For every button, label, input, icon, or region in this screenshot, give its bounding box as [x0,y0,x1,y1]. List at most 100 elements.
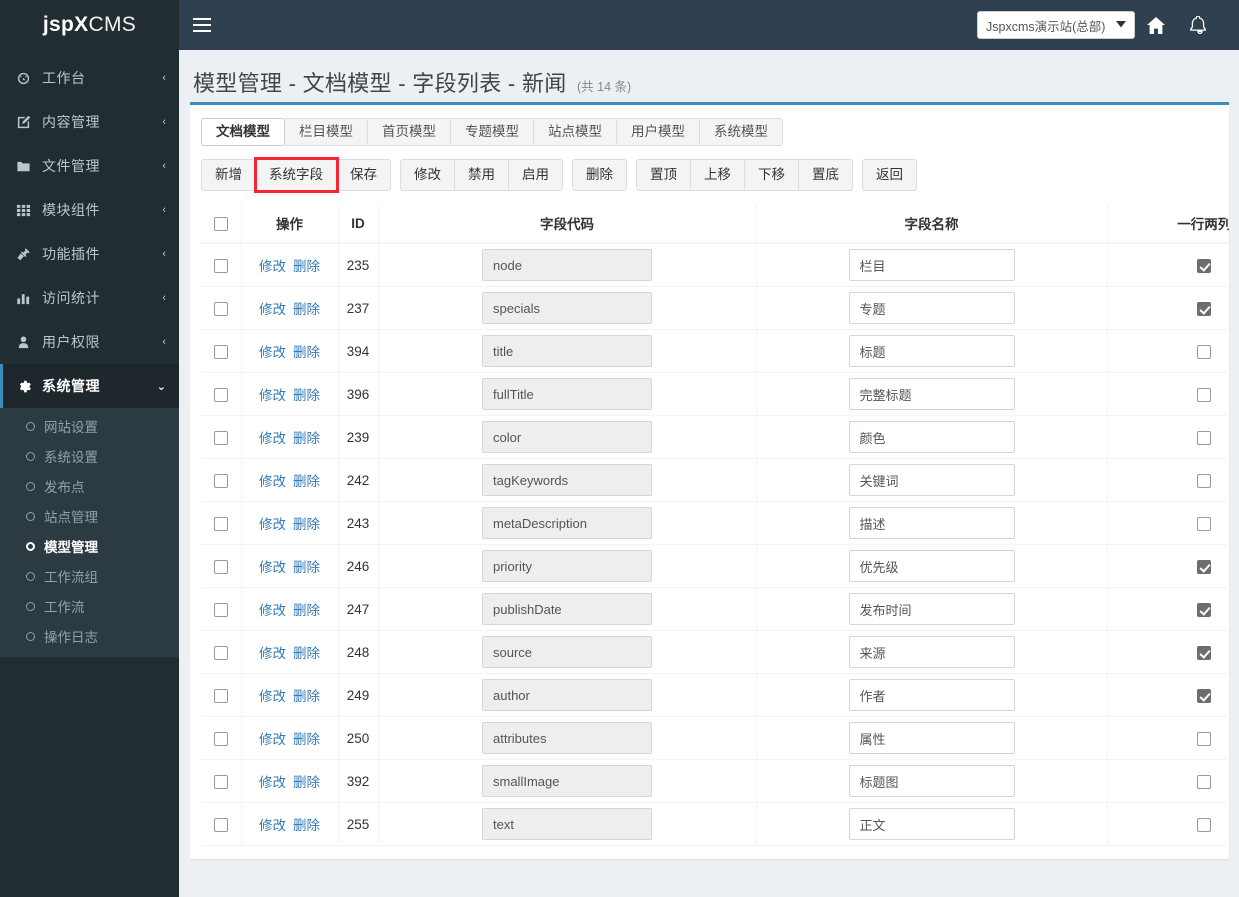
disable-button[interactable]: 禁用 [455,159,509,191]
row-select-checkbox[interactable] [213,301,228,316]
brand-logo[interactable]: jspXCMS [0,0,179,50]
row-edit-link[interactable]: 修改 [259,732,286,747]
row-delete-link[interactable]: 删除 [293,431,320,446]
row-select-checkbox[interactable] [213,688,228,703]
sidebar-subitem-workflow-group[interactable]: 工作流组 [0,561,179,591]
two-column-checkbox[interactable] [1197,301,1212,316]
row-edit-link[interactable]: 修改 [259,259,286,274]
field-name-input[interactable] [848,679,1015,711]
row-edit-link[interactable]: 修改 [259,560,286,575]
sidebar-item-statistics[interactable]: 访问统计 ‹ [0,276,179,320]
tab-channel-model[interactable]: 栏目模型 [285,118,368,146]
two-column-checkbox[interactable] [1197,258,1212,273]
sidebar-subitem-workflow[interactable]: 工作流 [0,591,179,621]
back-button[interactable]: 返回 [862,159,917,191]
two-column-checkbox[interactable] [1197,516,1212,531]
field-code-input[interactable] [482,808,652,840]
row-select-checkbox[interactable] [213,344,228,359]
select-all-checkbox[interactable] [213,216,228,231]
field-code-input[interactable] [482,335,652,367]
sidebar-item-files[interactable]: 文件管理 ‹ [0,144,179,188]
row-select-checkbox[interactable] [213,258,228,273]
row-edit-link[interactable]: 修改 [259,689,286,704]
two-column-checkbox[interactable] [1197,688,1212,703]
row-edit-link[interactable]: 修改 [259,818,286,833]
row-select-checkbox[interactable] [213,817,228,832]
row-edit-link[interactable]: 修改 [259,474,286,489]
sidebar-subitem-site-settings[interactable]: 网站设置 [0,411,179,441]
move-down-button[interactable]: 下移 [745,159,799,191]
field-code-input[interactable] [482,421,652,453]
field-code-input[interactable] [482,679,652,711]
tab-site-model[interactable]: 站点模型 [534,118,617,146]
row-delete-link[interactable]: 删除 [293,818,320,833]
field-code-input[interactable] [482,292,652,324]
field-name-input[interactable] [848,335,1015,367]
sidebar-item-workbench[interactable]: 工作台 ‹ [0,56,179,100]
tab-system-model[interactable]: 系统模型 [700,118,783,146]
field-code-input[interactable] [482,378,652,410]
two-column-checkbox[interactable] [1197,817,1212,832]
sidebar-subitem-publish-point[interactable]: 发布点 [0,471,179,501]
field-name-input[interactable] [848,507,1015,539]
two-column-checkbox[interactable] [1197,387,1212,402]
sidebar-item-users[interactable]: 用户权限 ‹ [0,320,179,364]
two-column-checkbox[interactable] [1197,473,1212,488]
two-column-checkbox[interactable] [1197,645,1212,660]
sidebar-item-system[interactable]: 系统管理 ⌄ [0,364,179,408]
row-select-checkbox[interactable] [213,645,228,660]
sidebar-item-plugins[interactable]: 功能插件 ‹ [0,232,179,276]
move-top-button[interactable]: 置顶 [636,159,691,191]
row-edit-link[interactable]: 修改 [259,603,286,618]
sidebar-subitem-model-management[interactable]: 模型管理 [0,531,179,561]
row-select-checkbox[interactable] [213,602,228,617]
field-name-input[interactable] [848,808,1015,840]
row-edit-link[interactable]: 修改 [259,775,286,790]
row-select-checkbox[interactable] [213,731,228,746]
two-column-checkbox[interactable] [1197,774,1212,789]
field-code-input[interactable] [482,550,652,582]
save-button[interactable]: 保存 [337,159,391,191]
field-name-input[interactable] [848,378,1015,410]
field-code-input[interactable] [482,636,652,668]
row-select-checkbox[interactable] [213,473,228,488]
sidebar-item-content[interactable]: 内容管理 ‹ [0,100,179,144]
tab-user-model[interactable]: 用户模型 [617,118,700,146]
two-column-checkbox[interactable] [1197,602,1212,617]
field-name-input[interactable] [848,636,1015,668]
home-icon[interactable] [1135,0,1177,50]
row-edit-link[interactable]: 修改 [259,646,286,661]
row-edit-link[interactable]: 修改 [259,431,286,446]
add-button[interactable]: 新增 [201,159,256,191]
row-select-checkbox[interactable] [213,559,228,574]
two-column-checkbox[interactable] [1197,430,1212,445]
row-delete-link[interactable]: 删除 [293,388,320,403]
system-field-button[interactable]: 系统字段 [254,157,339,193]
row-select-checkbox[interactable] [213,430,228,445]
move-up-button[interactable]: 上移 [691,159,745,191]
field-name-input[interactable] [848,464,1015,496]
bell-icon[interactable] [1177,0,1219,50]
field-name-input[interactable] [848,249,1015,281]
two-column-checkbox[interactable] [1197,559,1212,574]
sidebar-subitem-operation-log[interactable]: 操作日志 [0,621,179,651]
two-column-checkbox[interactable] [1197,731,1212,746]
tab-document-model[interactable]: 文档模型 [201,118,285,146]
row-delete-link[interactable]: 删除 [293,689,320,704]
field-name-input[interactable] [848,421,1015,453]
two-column-checkbox[interactable] [1197,344,1212,359]
menu-toggle-icon[interactable] [179,0,225,50]
field-name-input[interactable] [848,722,1015,754]
row-select-checkbox[interactable] [213,516,228,531]
row-delete-link[interactable]: 删除 [293,345,320,360]
row-edit-link[interactable]: 修改 [259,388,286,403]
field-name-input[interactable] [848,765,1015,797]
field-code-input[interactable] [482,722,652,754]
edit-button[interactable]: 修改 [400,159,455,191]
field-code-input[interactable] [482,507,652,539]
field-code-input[interactable] [482,593,652,625]
row-delete-link[interactable]: 删除 [293,775,320,790]
sidebar-subitem-site-management[interactable]: 站点管理 [0,501,179,531]
enable-button[interactable]: 启用 [509,159,563,191]
row-edit-link[interactable]: 修改 [259,517,286,532]
